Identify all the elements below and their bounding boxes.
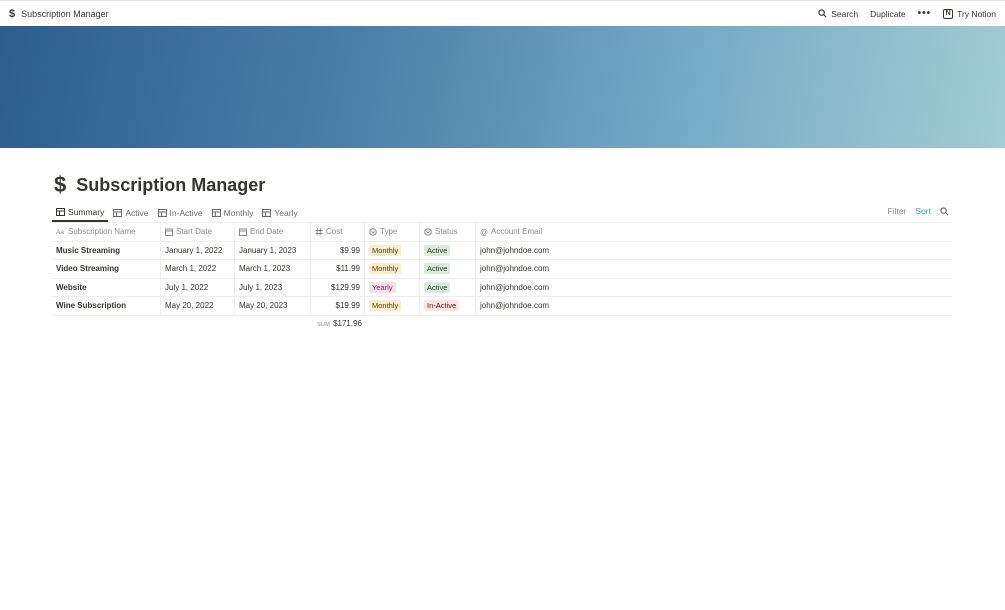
cell-type[interactable]: Yearly xyxy=(365,278,420,296)
status-badge: Active xyxy=(424,244,451,256)
cell-type[interactable]: Monthly xyxy=(365,260,420,278)
table-header-row: Aa Subscription Name Start Date End Date… xyxy=(52,223,952,242)
cell-status[interactable]: In-Active xyxy=(420,297,476,315)
cell-start-date[interactable]: July 1, 2022 xyxy=(161,278,235,296)
filter-button[interactable]: Filter xyxy=(888,206,907,216)
column-header-cost[interactable]: Cost xyxy=(311,223,365,241)
tab-label: Active xyxy=(125,207,149,218)
duplicate-button[interactable]: Duplicate xyxy=(870,9,905,19)
cell-name[interactable]: Wine Subscription xyxy=(52,297,161,315)
cell-start-date[interactable]: January 1, 2022 xyxy=(161,241,235,259)
search-icon xyxy=(818,9,827,18)
calendar-icon xyxy=(165,228,173,236)
cell-email[interactable]: john@johndoe.com xyxy=(476,279,952,297)
table-row[interactable]: Video Streaming March 1, 2022 March 1, 2… xyxy=(52,260,952,279)
subscription-table: Aa Subscription Name Start Date End Date… xyxy=(52,222,952,316)
column-header-name[interactable]: Aa Subscription Name xyxy=(52,223,161,241)
tab-yearly[interactable]: Yearly xyxy=(258,203,301,222)
type-tag: Monthly xyxy=(369,263,402,275)
cell-start-date[interactable]: March 1, 2022 xyxy=(161,260,235,278)
cell-name[interactable]: Video Streaming xyxy=(52,260,161,278)
table-icon xyxy=(262,208,272,217)
column-header-status[interactable]: Status xyxy=(420,223,476,241)
calendar-icon xyxy=(239,228,247,236)
table-icon xyxy=(113,208,123,217)
cell-end-date[interactable]: May 20, 2023 xyxy=(235,297,311,315)
column-header-email[interactable]: @ Account Email xyxy=(476,223,952,241)
type-tag: Yearly xyxy=(369,281,396,293)
dollar-icon: $ xyxy=(54,172,67,197)
status-badge: Active xyxy=(424,263,451,275)
tab-monthly[interactable]: Monthly xyxy=(208,203,258,222)
cell-cost[interactable]: $19.99 xyxy=(311,297,365,315)
tab-in-active[interactable]: In-Active xyxy=(154,203,207,222)
cell-name[interactable]: Music Streaming xyxy=(52,241,161,259)
breadcrumb[interactable]: $ Subscription Manager xyxy=(9,8,109,20)
search-label: Search xyxy=(831,8,859,19)
cell-cost[interactable]: $11.99 xyxy=(311,260,365,278)
cell-end-date[interactable]: March 1, 2023 xyxy=(235,260,311,278)
type-tag: Monthly xyxy=(369,244,402,256)
column-header-type[interactable]: Type xyxy=(365,223,420,241)
at-sign-icon: @ xyxy=(480,228,488,236)
breadcrumb-title: Subscription Manager xyxy=(21,8,109,19)
cell-type[interactable]: Monthly xyxy=(365,297,420,315)
try-notion-label: Try Notion xyxy=(957,8,996,19)
status-badge: Active xyxy=(424,281,451,293)
tab-label: Summary xyxy=(68,206,105,217)
select-icon xyxy=(369,227,377,236)
page-title[interactable]: $ Subscription Manager xyxy=(54,172,265,198)
more-options-icon[interactable]: ••• xyxy=(918,8,932,19)
table-row[interactable]: Wine Subscription May 20, 2022 May 20, 2… xyxy=(52,297,952,316)
column-header-start-date[interactable]: Start Date xyxy=(161,223,235,241)
cell-name[interactable]: Website xyxy=(52,278,161,296)
tab-label: Yearly xyxy=(274,207,298,218)
number-icon xyxy=(315,228,323,236)
table-icon xyxy=(56,207,65,216)
tab-active[interactable]: Active xyxy=(109,203,152,222)
cost-sum[interactable]: SUM $171.96 xyxy=(312,319,362,328)
cell-email[interactable]: john@johndoe.com xyxy=(476,242,952,260)
tab-summary[interactable]: Summary xyxy=(52,203,109,222)
cell-type[interactable]: Monthly xyxy=(365,241,420,259)
cell-cost[interactable]: $129.99 xyxy=(311,278,365,296)
tab-label: In-Active xyxy=(169,207,203,218)
table-icon xyxy=(211,208,221,217)
table-row[interactable]: Music Streaming January 1, 2022 January … xyxy=(52,241,952,260)
cell-status[interactable]: Active xyxy=(420,241,476,259)
sum-label: SUM xyxy=(316,322,331,328)
dollar-icon: $ xyxy=(9,7,16,20)
view-tabs: Summary Active In-Active Monthly Yearly xyxy=(52,203,303,222)
cell-email[interactable]: john@johndoe.com xyxy=(476,260,952,278)
tab-label: Monthly xyxy=(223,207,254,218)
cell-end-date[interactable]: July 1, 2023 xyxy=(235,278,311,296)
try-notion-button[interactable]: N Try Notion xyxy=(943,8,996,19)
text-property-icon: Aa xyxy=(56,229,64,235)
search-icon[interactable] xyxy=(940,206,949,216)
notion-logo-icon: N xyxy=(943,8,954,19)
cell-status[interactable]: Active xyxy=(420,278,476,296)
table-icon xyxy=(157,208,167,217)
top-bar: $ Subscription Manager Search Duplicate … xyxy=(0,0,1005,26)
status-badge: In-Active xyxy=(424,300,460,312)
cell-email[interactable]: john@johndoe.com xyxy=(476,297,952,315)
cell-start-date[interactable]: May 20, 2022 xyxy=(161,297,235,315)
search-button[interactable]: Search xyxy=(818,9,858,19)
select-icon xyxy=(424,227,432,236)
svg-text:@: @ xyxy=(480,228,488,236)
sum-value: $171.96 xyxy=(333,319,362,328)
page-title-text: Subscription Manager xyxy=(76,174,266,195)
cell-cost[interactable]: $9.99 xyxy=(311,241,365,259)
svg-text:Aa: Aa xyxy=(56,229,64,235)
column-header-end-date[interactable]: End Date xyxy=(235,223,311,241)
cover-image xyxy=(0,26,1005,148)
cell-status[interactable]: Active xyxy=(420,260,476,278)
sort-button[interactable]: Sort xyxy=(915,206,931,216)
type-tag: Monthly xyxy=(369,300,402,312)
cell-end-date[interactable]: January 1, 2023 xyxy=(235,241,311,259)
view-toolbar: Filter Sort xyxy=(888,206,949,216)
table-row[interactable]: Website July 1, 2022 July 1, 2023 $129.9… xyxy=(52,278,952,297)
